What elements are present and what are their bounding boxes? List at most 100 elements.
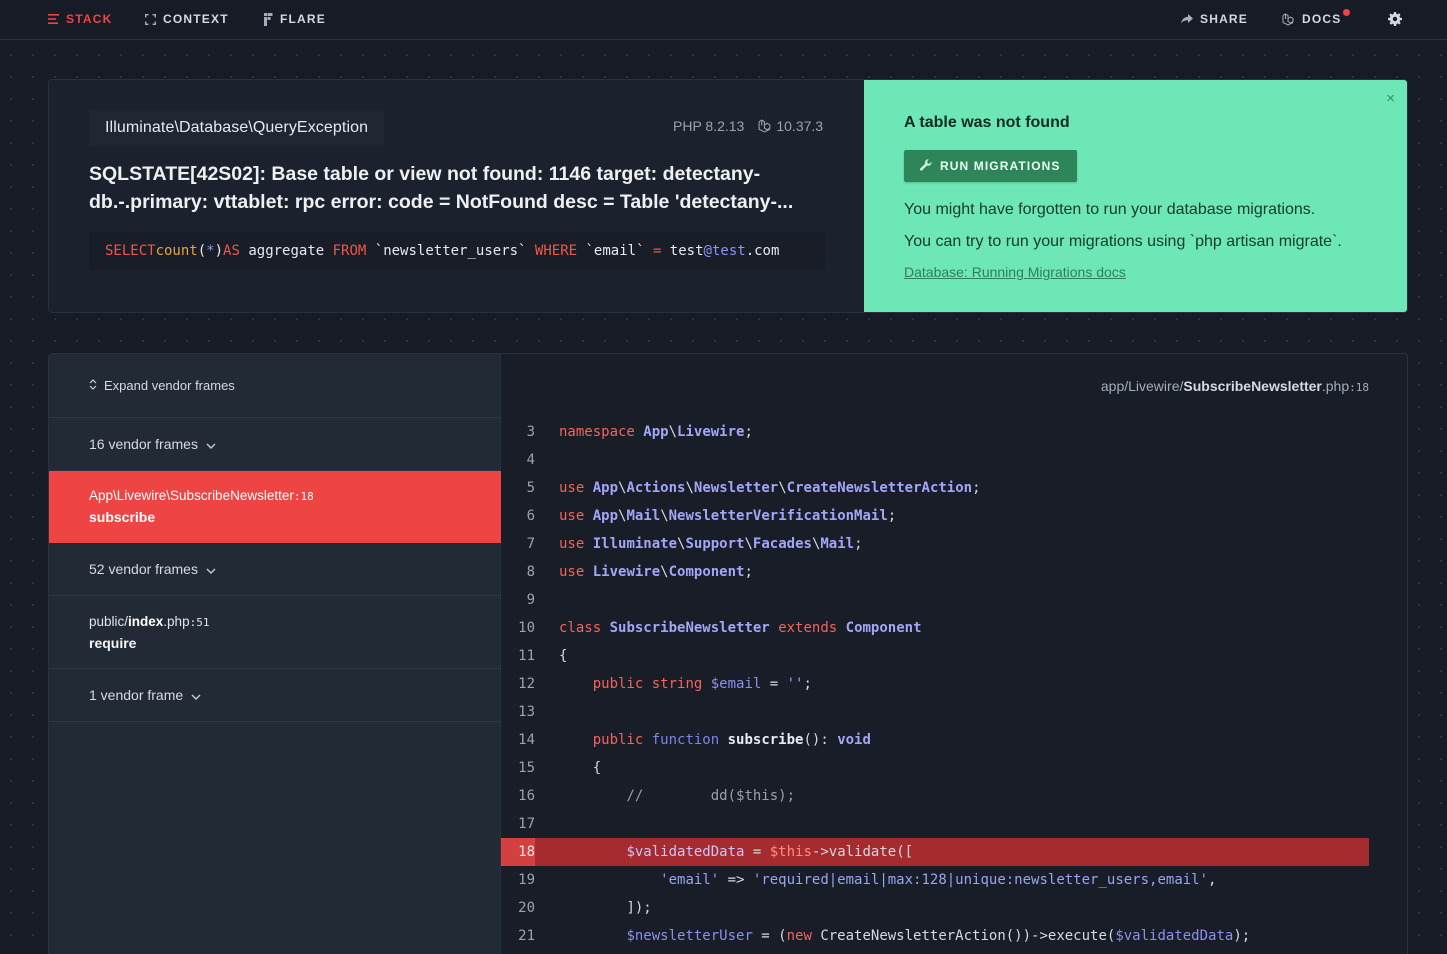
gear-icon	[1388, 12, 1402, 26]
code-line[interactable]: 14 public function subscribe(): void	[501, 726, 1369, 754]
file-line: :18	[1349, 381, 1369, 394]
sql-paren: (	[197, 243, 207, 259]
code-line[interactable]: 12 public string $email = '';	[501, 670, 1369, 698]
code-line-highlighted[interactable]: 18 $validatedData = $this->validate([	[501, 838, 1369, 866]
file-name: SubscribeNewsletter	[1183, 378, 1322, 394]
nav-flare-label: FLARE	[280, 12, 326, 26]
nav-share[interactable]: SHARE	[1181, 0, 1248, 38]
line-number: 17	[518, 816, 535, 832]
code-text: // dd($this);	[626, 788, 796, 804]
sql-value: .com	[745, 243, 780, 259]
code-text: public function subscribe(): void	[592, 732, 871, 748]
laravel-icon	[758, 119, 771, 133]
frame-file: SubscribeNewsletter	[170, 488, 294, 503]
run-migrations-button[interactable]: RUN MIGRATIONS	[904, 150, 1077, 182]
vendor-frames-group[interactable]: 52 vendor frames	[49, 543, 501, 596]
chevron-up-down-icon	[89, 378, 97, 393]
sql-alias: aggregate	[239, 243, 333, 259]
share-icon	[1181, 14, 1193, 24]
stack-trace-card: Expand vendor frames 16 vendor frames Ap…	[48, 353, 1408, 954]
chevron-down-icon	[191, 687, 201, 703]
frame-ext: .php	[163, 613, 190, 629]
nav-docs[interactable]: DOCS	[1282, 0, 1351, 38]
line-number: 12	[518, 676, 535, 692]
line-number: 13	[518, 704, 535, 720]
code-line[interactable]: 5 use App\Actions\Newsletter\CreateNewsl…	[501, 474, 1369, 502]
code-text: use Illuminate\Support\Facades\Mail;	[559, 536, 863, 552]
expand-vendor-frames-label: Expand vendor frames	[104, 378, 235, 393]
line-number: 5	[526, 480, 535, 496]
frame-path: App\Livewire\	[89, 488, 171, 503]
code-line[interactable]: 21 $newsletterUser = (new CreateNewslett…	[501, 922, 1369, 950]
code-line[interactable]: 6 use App\Mail\NewsletterVerificationMai…	[501, 502, 1369, 530]
settings-button[interactable]	[1388, 0, 1402, 38]
code-line[interactable]: 9	[501, 586, 1369, 614]
line-number: 11	[518, 648, 535, 664]
list-icon	[48, 14, 59, 24]
sql-column: `email`	[577, 243, 653, 259]
code-text: $validatedData = $this->validate([	[626, 844, 914, 860]
line-number: 4	[526, 452, 535, 468]
sql-keyword: WHERE	[534, 243, 578, 259]
code-line[interactable]: 7 use Illuminate\Support\Facades\Mail;	[501, 530, 1369, 558]
frame-file: index	[128, 613, 164, 629]
sql-query[interactable]: SELECT count(*) AS aggregate FROM `newsl…	[89, 232, 825, 270]
expand-vendor-frames-button[interactable]: Expand vendor frames	[49, 354, 501, 418]
file-path[interactable]: app/Livewire/SubscribeNewsletter.php:18	[1101, 378, 1369, 394]
code-text: {	[559, 648, 568, 664]
laravel-version: 10.37.3	[758, 118, 823, 134]
php-version: PHP 8.2.13	[673, 118, 745, 134]
line-number: 14	[518, 732, 535, 748]
notification-dot	[1343, 9, 1351, 16]
line-number: 19	[518, 872, 535, 888]
code-text: class SubscribeNewsletter extends Compon…	[559, 620, 922, 636]
vendor-frames-group[interactable]: 1 vendor frame	[49, 669, 501, 722]
code-line[interactable]: 17	[501, 810, 1369, 838]
code-text: $newsletterUser = (new CreateNewsletterA…	[626, 928, 1251, 944]
file-dir: app/Livewire/	[1100, 378, 1184, 394]
code-text: ]);	[626, 900, 652, 916]
code-text: namespace App\Livewire;	[559, 424, 753, 440]
laravel-version-label: 10.37.3	[776, 118, 824, 134]
line-number: 21	[518, 928, 535, 944]
code-line[interactable]: 19 'email' => 'required|email|max:128|un…	[501, 866, 1369, 894]
code-line[interactable]: 4	[501, 446, 1369, 474]
code-line[interactable]: 8 use Livewire\Component;	[501, 558, 1369, 586]
code-line[interactable]: 10 class SubscribeNewsletter extends Com…	[501, 614, 1369, 642]
code-text: use App\Actions\Newsletter\CreateNewslet…	[559, 480, 981, 496]
vendor-frames-group[interactable]: 16 vendor frames	[49, 418, 501, 471]
line-number: 20	[518, 900, 535, 916]
close-icon[interactable]: ×	[1386, 90, 1395, 107]
frame-path: public/	[89, 613, 129, 629]
vendor-frames-label: 52 vendor frames	[89, 561, 198, 577]
code-text: use Livewire\Component;	[559, 564, 753, 580]
code-text: public string $email = '';	[592, 676, 812, 692]
frames-list: Expand vendor frames 16 vendor frames Ap…	[49, 354, 501, 954]
app-frame-selected[interactable]: App\Livewire\SubscribeNewsletter:18 subs…	[49, 471, 501, 543]
sql-paren: )	[214, 243, 224, 259]
solution-line-1: You might have forgotten to run your dat…	[904, 201, 1316, 218]
migrations-docs-link[interactable]: Database: Running Migrations docs	[904, 264, 1126, 280]
vendor-frames-label: 16 vendor frames	[89, 436, 198, 452]
sql-operator: =	[652, 243, 662, 259]
app-frame[interactable]: public/index.php:51 require	[49, 596, 501, 669]
sql-keyword: SELECT	[105, 243, 156, 259]
code-text: {	[592, 760, 602, 776]
nav-context[interactable]: CONTEXT	[145, 0, 229, 38]
code-line[interactable]: 15 {	[501, 754, 1369, 782]
code-line[interactable]: 16 // dd($this);	[501, 782, 1369, 810]
code-line[interactable]: 3 namespace App\Livewire;	[501, 418, 1369, 446]
solution-title: A table was not found	[904, 114, 1070, 131]
code-text: 'email' => 'required|email|max:128|uniqu…	[660, 872, 1217, 888]
code-line[interactable]: 20 ]);	[501, 894, 1369, 922]
nav-flare[interactable]: FLARE	[264, 0, 326, 38]
laravel-icon	[1282, 12, 1295, 26]
error-card: Illuminate\Database\QueryException PHP 8…	[48, 79, 1408, 313]
line-number: 3	[526, 424, 535, 440]
code-line[interactable]: 13	[501, 698, 1369, 726]
code-line[interactable]: 11 {	[501, 642, 1369, 670]
nav-stack[interactable]: STACK	[48, 0, 112, 38]
exception-class[interactable]: Illuminate\Database\QueryException	[89, 110, 385, 146]
wrench-icon	[919, 158, 932, 174]
sql-keyword: AS	[223, 243, 240, 259]
